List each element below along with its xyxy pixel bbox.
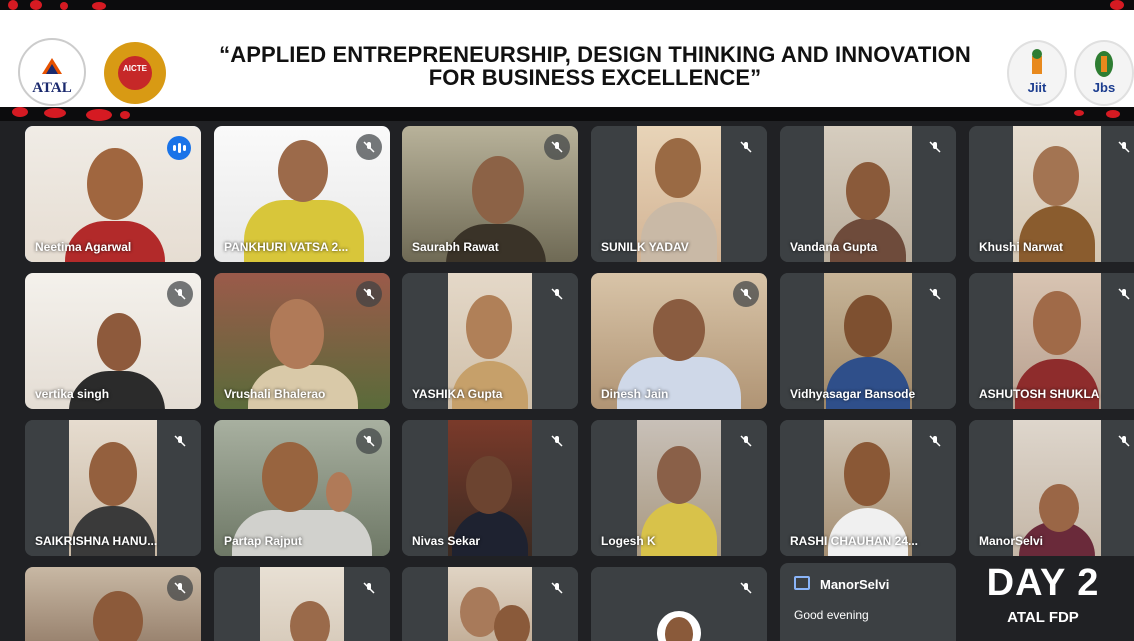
participant-name: Saurabh Rawat bbox=[412, 240, 499, 254]
participant-tile[interactable]: Logesh K bbox=[591, 420, 767, 556]
participant-tile[interactable]: PANKHURI VATSA 2... bbox=[214, 126, 390, 262]
participant-name: Vidhyasagar Bansode bbox=[790, 387, 916, 401]
chat-notification[interactable]: ManorSelvi Good evening bbox=[780, 563, 956, 641]
decor-dot bbox=[60, 2, 68, 10]
mic-off-icon bbox=[544, 428, 570, 454]
participant-tile[interactable]: Vidhyasagar Bansode bbox=[780, 273, 956, 409]
decor-dot bbox=[8, 0, 18, 10]
mic-off-icon bbox=[356, 281, 382, 307]
participant-name: ASHUTOSH SHUKLA bbox=[979, 387, 1100, 401]
participant-tile[interactable]: Partap Rajput bbox=[214, 420, 390, 556]
lower-decor-strip bbox=[0, 107, 1134, 121]
participant-name: SAIKRISHNA HANU... bbox=[35, 534, 158, 548]
decor-dot bbox=[44, 108, 66, 118]
mic-off-icon bbox=[356, 575, 382, 601]
day-label: DAY 2 bbox=[986, 562, 1100, 604]
mic-off-icon bbox=[356, 134, 382, 160]
mic-off-icon bbox=[167, 575, 193, 601]
decor-dot bbox=[12, 107, 28, 117]
jiit-logo: Jiit bbox=[1007, 40, 1067, 106]
decor-dot bbox=[120, 111, 130, 119]
participant-name: YASHIKA Gupta bbox=[412, 387, 503, 401]
participant-name: Neetima Agarwal bbox=[35, 240, 132, 254]
participant-tile[interactable]: Neetima Agarwal bbox=[25, 126, 201, 262]
decor-dot bbox=[30, 0, 42, 10]
chat-message: Good evening bbox=[794, 608, 869, 622]
mic-off-icon bbox=[544, 575, 570, 601]
mic-off-icon bbox=[1111, 134, 1134, 160]
event-banner: ATAL AICTE “APPLIED ENTREPRENEURSHIP, DE… bbox=[0, 10, 1134, 107]
participant-tile[interactable]: RASHI CHAUHAN 24... bbox=[780, 420, 956, 556]
participant-name: vertika singh bbox=[35, 387, 110, 401]
participant-tile[interactable] bbox=[402, 567, 578, 641]
participant-name: Vrushali Bhalerao bbox=[224, 387, 326, 401]
mic-off-icon bbox=[733, 428, 759, 454]
jbs-logo: Jbs bbox=[1074, 40, 1134, 106]
participant-name: PANKHURI VATSA 2... bbox=[224, 240, 349, 254]
mic-off-icon bbox=[544, 134, 570, 160]
participant-tile[interactable]: Vandana Gupta bbox=[780, 126, 956, 262]
chat-icon bbox=[794, 576, 810, 590]
mic-off-icon bbox=[544, 281, 570, 307]
participant-tile[interactable]: Vrushali Bhalerao bbox=[214, 273, 390, 409]
participant-tile[interactable] bbox=[591, 567, 767, 641]
participant-name: ManorSelvi bbox=[979, 534, 1044, 548]
participant-tile[interactable] bbox=[214, 567, 390, 641]
participant-name: Dinesh Jain bbox=[601, 387, 669, 401]
participant-tile[interactable]: Dinesh Jain bbox=[591, 273, 767, 409]
participant-tile[interactable]: YASHIKA Gupta bbox=[402, 273, 578, 409]
participant-tile[interactable]: SAIKRISHNA HANU... bbox=[25, 420, 201, 556]
speaking-indicator-icon bbox=[167, 136, 191, 160]
participant-tile[interactable]: ASHUTOSH SHUKLA bbox=[969, 273, 1134, 409]
mic-off-icon bbox=[1111, 281, 1134, 307]
participant-tile[interactable]: Khushi Narwat bbox=[969, 126, 1134, 262]
participant-tile[interactable]: Saurabh Rawat bbox=[402, 126, 578, 262]
participant-tile[interactable]: ManorSelvi bbox=[969, 420, 1134, 556]
mic-off-icon bbox=[733, 575, 759, 601]
mic-off-icon bbox=[922, 134, 948, 160]
participant-tile[interactable]: vertika singh bbox=[25, 273, 201, 409]
banner-title: “APPLIED ENTREPRENEURSHIP, DESIGN THINKI… bbox=[219, 42, 971, 90]
mic-off-icon bbox=[167, 281, 193, 307]
participant-tile[interactable]: Nivas Sekar bbox=[402, 420, 578, 556]
participant-name: Vandana Gupta bbox=[790, 240, 878, 254]
decor-dot bbox=[1110, 0, 1124, 10]
mic-off-icon bbox=[922, 281, 948, 307]
decor-dot bbox=[1106, 110, 1120, 118]
participant-name: Khushi Narwat bbox=[979, 240, 1064, 254]
participant-name: SUNILK YADAV bbox=[601, 240, 689, 254]
chat-sender: ManorSelvi bbox=[820, 577, 890, 592]
decor-dot bbox=[92, 2, 106, 10]
participant-tile[interactable] bbox=[25, 567, 201, 641]
mic-off-icon bbox=[167, 428, 193, 454]
participant-tile[interactable]: SUNILK YADAV bbox=[591, 126, 767, 262]
mic-off-icon bbox=[356, 428, 382, 454]
participant-name: Partap Rajput bbox=[224, 534, 303, 548]
mic-off-icon bbox=[1111, 428, 1134, 454]
participant-name: RASHI CHAUHAN 24... bbox=[790, 534, 919, 548]
atal-logo: ATAL bbox=[18, 38, 86, 106]
mic-off-icon bbox=[922, 428, 948, 454]
mic-off-icon bbox=[733, 281, 759, 307]
event-label: ATAL FDP bbox=[1007, 609, 1079, 626]
top-decor-strip bbox=[0, 0, 1134, 10]
participant-name: Logesh K bbox=[601, 534, 656, 548]
mic-off-icon bbox=[733, 134, 759, 160]
participant-name: Nivas Sekar bbox=[412, 534, 481, 548]
decor-dot bbox=[1074, 110, 1084, 116]
aicte-logo: AICTE bbox=[104, 42, 166, 104]
decor-dot bbox=[86, 109, 112, 121]
